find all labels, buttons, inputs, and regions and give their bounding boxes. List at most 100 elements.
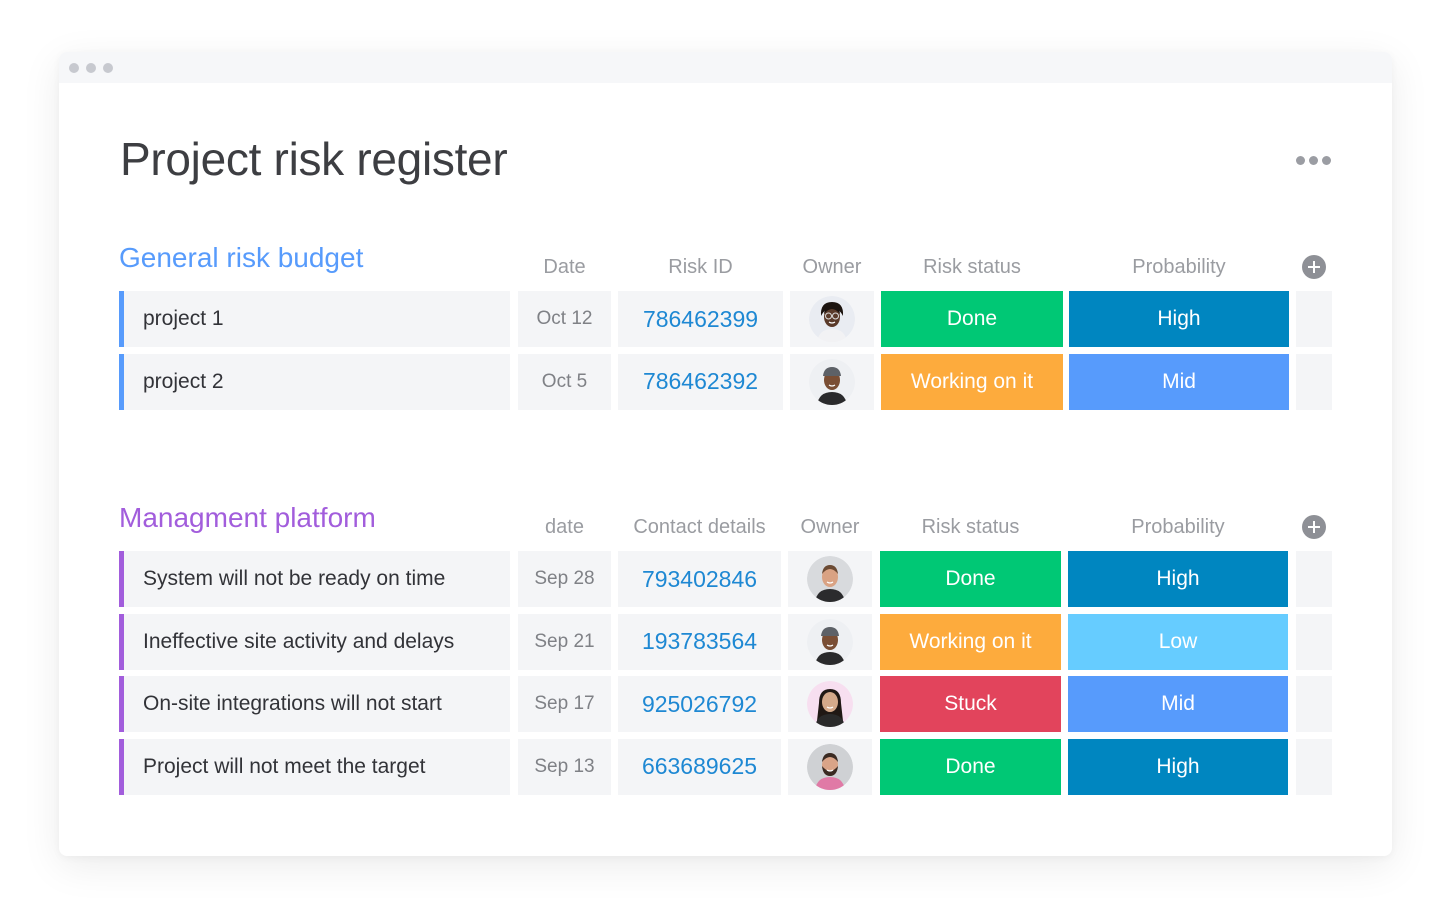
avatar[interactable] [807, 743, 853, 790]
column-header-contact-details[interactable]: Contact details [618, 516, 781, 539]
owner-cell[interactable] [788, 738, 872, 795]
group-color-bar [119, 738, 124, 795]
probability-cell[interactable]: Mid [1068, 676, 1288, 732]
table-row[interactable]: project 2 Oct 5 786462392 Working on it … [119, 353, 1332, 410]
status-cell[interactable]: Done [881, 291, 1063, 347]
item-name-cell[interactable]: project 1 [119, 291, 510, 347]
item-name: On-site integrations will not start [143, 692, 442, 715]
empty-extra-cell[interactable] [1296, 738, 1332, 795]
group-title[interactable]: General risk budget [119, 242, 363, 274]
probability-cell[interactable]: High [1069, 291, 1289, 347]
status-cell[interactable]: Working on it [880, 613, 1061, 670]
avatar[interactable] [809, 296, 855, 342]
column-header-risk-status[interactable]: Risk status [881, 256, 1063, 279]
column-header-owner[interactable]: Owner [788, 516, 872, 539]
id-link[interactable]: 793402846 [642, 566, 757, 593]
item-name: Project will not meet the target [143, 754, 426, 778]
avatar-woman-glasses-icon [809, 296, 855, 342]
group-color-bar [119, 353, 124, 410]
empty-extra-cell[interactable] [1296, 353, 1332, 410]
avatar-man-cap-icon [809, 358, 855, 405]
owner-cell[interactable] [788, 676, 872, 732]
owner-cell[interactable] [790, 353, 874, 410]
item-name-cell[interactable]: project 2 [119, 353, 510, 410]
id-cell[interactable]: 786462392 [618, 353, 783, 410]
probability-cell[interactable]: High [1068, 738, 1288, 795]
owner-cell[interactable] [790, 291, 874, 347]
probability-cell[interactable]: High [1068, 551, 1288, 607]
column-header-risk-status[interactable]: Risk status [880, 516, 1061, 539]
avatar[interactable] [809, 358, 855, 405]
date-value: Sep 13 [534, 755, 595, 777]
window-control-dot[interactable] [103, 62, 113, 73]
more-horizontal-icon [1296, 156, 1305, 165]
plus-circle-icon[interactable] [1302, 255, 1326, 279]
group-general-risk-budget: General risk budget Date Risk ID Owner R… [119, 240, 1332, 416]
avatar-woman-dark-hair-icon [807, 681, 853, 727]
item-name-cell[interactable]: Ineffective site activity and delays [119, 613, 510, 670]
empty-extra-cell[interactable] [1296, 551, 1332, 607]
avatar[interactable] [807, 618, 853, 665]
group-color-bar [119, 676, 124, 732]
group-color-bar [119, 291, 124, 347]
item-name: System will not be ready on time [143, 567, 446, 590]
id-link[interactable]: 786462392 [643, 368, 758, 395]
id-cell[interactable]: 193783564 [618, 613, 781, 670]
empty-extra-cell[interactable] [1296, 676, 1332, 732]
id-link[interactable]: 663689625 [642, 753, 757, 780]
id-cell[interactable]: 663689625 [618, 738, 781, 795]
date-cell[interactable]: Sep 13 [518, 738, 611, 795]
date-cell[interactable]: Oct 12 [518, 291, 611, 347]
avatar-man-beard-icon [807, 743, 853, 790]
plus-circle-icon[interactable] [1302, 515, 1326, 539]
probability-cell[interactable]: Low [1068, 613, 1288, 670]
probability-label: Low [1158, 629, 1198, 653]
more-horizontal-icon [1309, 156, 1318, 165]
table-row[interactable]: On-site integrations will not start Sep … [119, 676, 1332, 732]
group-color-bar [119, 613, 124, 670]
id-link[interactable]: 193783564 [642, 628, 757, 655]
item-name-cell[interactable]: System will not be ready on time [119, 551, 510, 607]
status-cell[interactable]: Done [880, 738, 1061, 795]
avatar-man-cap-icon [807, 618, 853, 665]
id-link[interactable]: 925026792 [642, 691, 757, 718]
avatar[interactable] [807, 556, 853, 602]
column-header-date[interactable]: Date [518, 256, 611, 279]
id-cell[interactable]: 925026792 [618, 676, 781, 732]
column-header-date[interactable]: date [518, 516, 611, 539]
column-header-risk-id[interactable]: Risk ID [618, 256, 783, 279]
empty-extra-cell[interactable] [1296, 613, 1332, 670]
window-control-dot[interactable] [69, 62, 79, 73]
item-name-cell[interactable]: On-site integrations will not start [119, 676, 510, 732]
table-row[interactable]: Ineffective site activity and delays Sep… [119, 613, 1332, 670]
date-cell[interactable]: Sep 21 [518, 613, 611, 670]
window-control-dot[interactable] [86, 62, 96, 73]
column-header-probability[interactable]: Probability [1069, 256, 1289, 279]
table-row[interactable]: project 1 Oct 12 786462399 Done High [119, 291, 1332, 347]
avatar[interactable] [807, 681, 853, 727]
item-name-cell[interactable]: Project will not meet the target [119, 738, 510, 795]
id-cell[interactable]: 793402846 [618, 551, 781, 607]
id-link[interactable]: 786462399 [643, 306, 758, 333]
date-value: Sep 17 [534, 693, 595, 714]
date-cell[interactable]: Sep 28 [518, 551, 611, 607]
empty-extra-cell[interactable] [1296, 291, 1332, 347]
column-header-probability[interactable]: Probability [1068, 516, 1288, 539]
id-cell[interactable]: 786462399 [618, 291, 783, 347]
table-row[interactable]: Project will not meet the target Sep 13 … [119, 738, 1332, 795]
owner-cell[interactable] [788, 551, 872, 607]
status-cell[interactable]: Working on it [881, 353, 1063, 410]
status-cell[interactable]: Stuck [880, 676, 1061, 732]
probability-label: Mid [1162, 369, 1196, 393]
status-cell[interactable]: Done [880, 551, 1061, 607]
probability-cell[interactable]: Mid [1069, 353, 1289, 410]
group-title[interactable]: Managment platform [119, 502, 376, 534]
date-cell[interactable]: Oct 5 [518, 353, 611, 410]
date-value: Oct 12 [536, 308, 593, 329]
more-options-button[interactable] [1292, 152, 1335, 169]
table-row[interactable]: System will not be ready on time Sep 28 … [119, 551, 1332, 607]
date-cell[interactable]: Sep 17 [518, 676, 611, 732]
page-title: Project risk register [120, 133, 508, 185]
column-header-owner[interactable]: Owner [790, 256, 874, 279]
owner-cell[interactable] [788, 613, 872, 670]
